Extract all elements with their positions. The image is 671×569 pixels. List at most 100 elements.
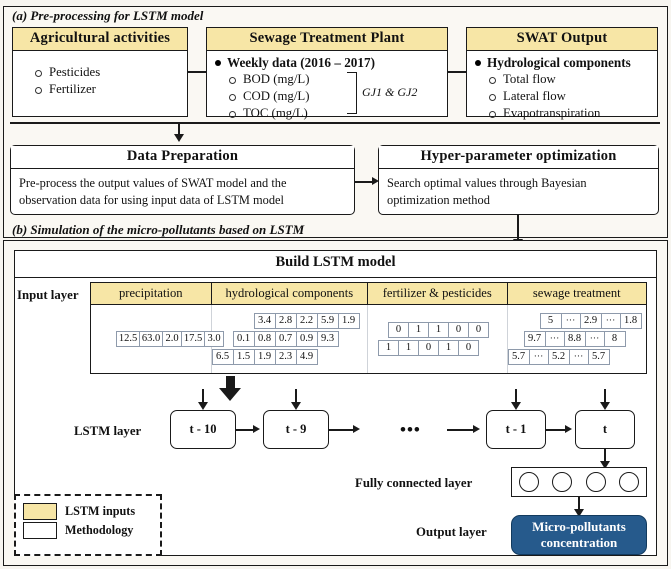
- list-item-label: BOD (mg/L): [243, 72, 310, 86]
- card-title-hyperparameter: Hyper-parameter optimization: [379, 146, 658, 169]
- value-cell: 5.7: [507, 349, 530, 365]
- input-layer-label: Input layer: [17, 288, 79, 302]
- connector-t1-to-t: [546, 429, 567, 431]
- lstm-cell-t-minus-1[interactable]: t - 1: [486, 410, 546, 449]
- list-item: Weekly data (2016 – 2017): [215, 54, 439, 71]
- filled-bullet-icon: [215, 60, 221, 66]
- lstm-layer-label: LSTM layer: [74, 424, 142, 438]
- list-item-label: TOC (mg/L): [243, 106, 308, 120]
- section-a-label: (a) Pre-processing for LSTM model: [12, 8, 204, 23]
- value-cell: 1: [438, 340, 459, 356]
- value-cell: 1: [428, 322, 449, 338]
- input-table-body-row: 12.5 63.0 2.0 17.5 3.0 3.4 2.8 2.2 5.9 1…: [91, 305, 646, 373]
- legend-swatch-yellow-icon: [23, 503, 57, 520]
- value-row: 9.7 ··· 8.8 ··· 8: [523, 331, 626, 347]
- value-cell: 1.5: [232, 349, 255, 365]
- value-cell: 0: [418, 340, 439, 356]
- value-row: 1 1 0 1 0: [378, 340, 479, 356]
- value-cell: 1.9: [253, 349, 276, 365]
- arrow-down-to-data-preparation: [174, 134, 184, 142]
- col-body-hydrological: 3.4 2.8 2.2 5.9 1.9 0.1 0.8 0.7 0.9 9.3 …: [211, 305, 368, 373]
- value-cell: 3.4: [253, 313, 276, 329]
- legend-label: Methodology: [65, 523, 134, 537]
- card-title-data-preparation: Data Preparation: [11, 146, 354, 169]
- value-cell: 0: [448, 322, 469, 338]
- neuron: [585, 472, 606, 492]
- connector-hyper-down: [517, 215, 519, 241]
- build-lstm-title-rule: [15, 277, 656, 279]
- value-cell: 4.9: [295, 349, 318, 365]
- value-cell: 5: [539, 313, 562, 329]
- hollow-bullet-icon: [489, 111, 496, 118]
- card-body-data-preparation: Pre-process the output values of SWAT mo…: [19, 176, 287, 207]
- arrow-t1-to-t: [565, 425, 572, 433]
- card-hyperparameter-optimization: Hyper-parameter optimization Search opti…: [378, 145, 659, 215]
- connector-bus-horizontal: [10, 122, 660, 124]
- arrow-t10-to-t9: [253, 425, 260, 433]
- list-item: Pesticides: [21, 64, 179, 81]
- value-cell: 1: [378, 340, 399, 356]
- value-cell: 12.5: [116, 331, 140, 347]
- connector-sewage-to-swat: [448, 71, 466, 73]
- value-cell: 1.8: [619, 313, 642, 329]
- arrow-down-input-to-lstm: [219, 388, 241, 401]
- input-layer-table: precipitation hydrological components fe…: [90, 282, 647, 374]
- card-sewage-treatment-plant: Sewage Treatment Plant Weekly data (2016…: [206, 27, 448, 120]
- build-lstm-title: Build LSTM model: [275, 254, 396, 270]
- hollow-bullet-icon: [229, 94, 236, 101]
- input-table-header-row: precipitation hydrological components fe…: [91, 283, 646, 305]
- list-item-label: Total flow: [503, 72, 556, 86]
- connector-agri-to-sewage: [188, 71, 206, 73]
- connector-t9-to-ellipsis: [329, 429, 355, 431]
- legend: LSTM inputs Methodology: [14, 494, 162, 556]
- col-body-precipitation: 12.5 63.0 2.0 17.5 3.0: [91, 305, 224, 373]
- brace-icon: [347, 72, 357, 114]
- hollow-bullet-icon: [229, 111, 236, 118]
- value-cell: 6.5: [211, 349, 234, 365]
- neuron: [518, 472, 539, 492]
- value-cell: 2.9: [579, 313, 602, 329]
- value-cell: 9.7: [523, 331, 546, 347]
- list-item: TOC (mg/L): [215, 105, 439, 122]
- value-cell: 0.8: [253, 331, 276, 347]
- value-cell: 0.9: [295, 331, 318, 347]
- lstm-cell-t-minus-9[interactable]: t - 9: [263, 410, 329, 449]
- card-agricultural-activities: Agricultural activities Pesticides Ferti…: [12, 27, 188, 117]
- list-item: Lateral flow: [475, 88, 649, 105]
- arrow-t9-to-ellipsis: [353, 425, 360, 433]
- fully-connected-layer-box: [511, 467, 647, 497]
- fully-connected-layer-label: Fully connected layer: [355, 476, 473, 490]
- neuron: [552, 472, 573, 492]
- card-swat-output: SWAT Output Hydrological components Tota…: [466, 27, 658, 120]
- card-title-swat: SWAT Output: [467, 28, 657, 51]
- arrow-into-t: [600, 402, 610, 410]
- value-cell: 5.7: [587, 349, 610, 365]
- value-cell: 0.7: [274, 331, 297, 347]
- output-layer-box: Micro-pollutants concentration: [511, 515, 647, 555]
- card-title-sewage: Sewage Treatment Plant: [207, 28, 447, 51]
- hollow-bullet-icon: [489, 94, 496, 101]
- lstm-cell-t[interactable]: t: [575, 410, 635, 449]
- list-item: Fertilizer: [21, 81, 179, 98]
- diagram-canvas: (a) Pre-processing for LSTM model Agricu…: [0, 0, 671, 569]
- col-header-sewage: sewage treatment: [532, 286, 621, 300]
- list-item-label: Pesticides: [49, 65, 101, 79]
- list-item: Hydrological components: [475, 54, 649, 71]
- value-cell: 0: [468, 322, 489, 338]
- value-cell: 1.9: [337, 313, 360, 329]
- value-row: 3.4 2.8 2.2 5.9 1.9: [253, 313, 360, 329]
- value-cell: 2.0: [162, 331, 182, 347]
- lstm-cell-t-minus-10[interactable]: t - 10: [170, 410, 236, 449]
- legend-label: LSTM inputs: [65, 504, 136, 518]
- arrow-ellipsis-to-t1: [473, 425, 480, 433]
- value-cell: ···: [560, 313, 581, 329]
- output-layer-label: Output layer: [416, 525, 487, 539]
- arrow-into-t-minus-9: [291, 402, 301, 410]
- hollow-bullet-icon: [489, 77, 496, 84]
- card-title-agricultural: Agricultural activities: [13, 28, 187, 51]
- value-cell: 0.1: [232, 331, 255, 347]
- list-item-label: Weekly data (2016 – 2017): [227, 55, 375, 70]
- value-cell: 2.3: [274, 349, 297, 365]
- output-text-line1: Micro-pollutants: [532, 519, 626, 534]
- hollow-bullet-icon: [35, 70, 42, 77]
